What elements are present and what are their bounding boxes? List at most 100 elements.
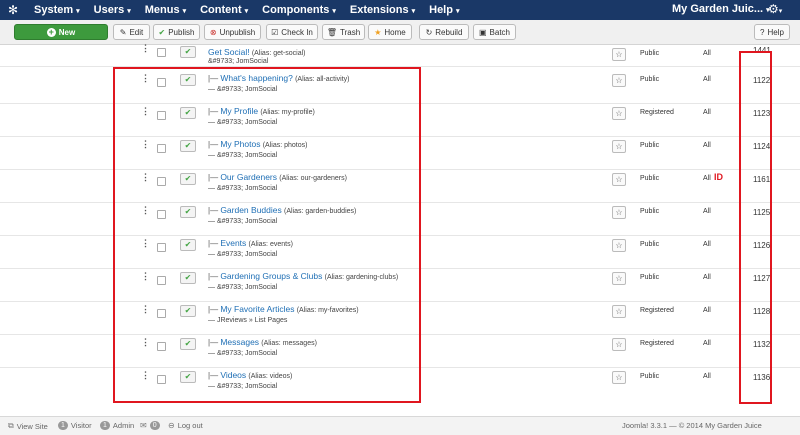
- published-check-icon[interactable]: ✔: [180, 107, 196, 119]
- row-checkbox[interactable]: [157, 78, 166, 87]
- row-menu-type: — &#9733; JomSocial: [208, 119, 278, 126]
- home-star-icon[interactable]: ☆: [612, 173, 626, 186]
- row-checkbox[interactable]: [157, 111, 166, 120]
- row-checkbox[interactable]: [157, 342, 166, 351]
- help-button[interactable]: ? Help: [754, 24, 790, 40]
- site-name-menu[interactable]: My Garden Juic... ▾: [672, 3, 770, 15]
- row-title-link[interactable]: Videos: [220, 370, 246, 380]
- table-row[interactable]: ⋮ ✔ |— Garden Buddies (Alias: garden-bud…: [0, 202, 800, 236]
- row-title-link[interactable]: What's happening?: [220, 73, 293, 83]
- menu-components[interactable]: Components ▾: [262, 4, 336, 16]
- published-check-icon[interactable]: ✔: [180, 46, 196, 58]
- table-row[interactable]: ⋮ ✔ |— Events (Alias: events) — &#9733; …: [0, 235, 800, 269]
- row-title: |— Messages (Alias: messages): [208, 337, 317, 347]
- published-check-icon[interactable]: ✔: [180, 140, 196, 152]
- unpublish-button[interactable]: ⊗ Unpublish: [204, 24, 261, 40]
- drag-handle-icon[interactable]: ⋮: [141, 44, 150, 53]
- table-row[interactable]: ⋮ ✔ |— Gardening Groups & Clubs (Alias: …: [0, 268, 800, 302]
- row-title-link[interactable]: Messages: [220, 337, 259, 347]
- published-check-icon[interactable]: ✔: [180, 74, 196, 86]
- drag-handle-icon[interactable]: ⋮: [141, 140, 150, 149]
- row-title: |— My Profile (Alias: my-profile): [208, 106, 315, 116]
- drag-handle-icon[interactable]: ⋮: [141, 338, 150, 347]
- joomla-logo-icon[interactable]: ✻: [6, 3, 20, 17]
- row-id: 1125: [753, 208, 771, 217]
- drag-handle-icon[interactable]: ⋮: [141, 107, 150, 116]
- published-check-icon[interactable]: ✔: [180, 371, 196, 383]
- check-in-button[interactable]: ☑ Check In: [266, 24, 318, 40]
- row-title-link[interactable]: My Profile: [220, 106, 258, 116]
- drag-handle-icon[interactable]: ⋮: [141, 74, 150, 83]
- home-star-icon[interactable]: ☆: [612, 140, 626, 153]
- row-access: Public: [640, 76, 660, 83]
- row-title-link[interactable]: Events: [220, 238, 246, 248]
- id-annotation-label: ID: [714, 172, 723, 182]
- home-star-icon[interactable]: ☆: [612, 74, 626, 87]
- publish-button[interactable]: ✔ Publish: [153, 24, 200, 40]
- table-row[interactable]: ⋮ ✔ |— What's happening? (Alias: all-act…: [0, 70, 800, 104]
- published-check-icon[interactable]: ✔: [180, 206, 196, 218]
- admins-status: 1 Admin: [100, 421, 134, 430]
- view-site-link[interactable]: ⧉ View Site: [8, 421, 48, 431]
- menu-menus[interactable]: Menus ▾: [145, 4, 186, 16]
- table-row[interactable]: ⋮ ✔ Get Social! (Alias: get-social) &#97…: [0, 44, 800, 67]
- table-row[interactable]: ⋮ ✔ |— My Favorite Articles (Alias: my-f…: [0, 301, 800, 335]
- menu-help[interactable]: Help ▾: [429, 4, 459, 16]
- drag-handle-icon[interactable]: ⋮: [141, 173, 150, 182]
- menu-extensions[interactable]: Extensions ▾: [350, 4, 415, 16]
- home-star-icon[interactable]: ☆: [612, 239, 626, 252]
- table-row[interactable]: ⋮ ✔ |— Videos (Alias: videos) — &#9733; …: [0, 367, 800, 416]
- row-title-link[interactable]: Gardening Groups & Clubs: [220, 271, 322, 281]
- table-row[interactable]: ⋮ ✔ |— Our Gardeners (Alias: our-gardene…: [0, 169, 800, 203]
- menu-users[interactable]: Users ▾: [94, 4, 131, 16]
- menu-system[interactable]: System ▾: [34, 4, 80, 16]
- drag-handle-icon[interactable]: ⋮: [141, 206, 150, 215]
- drag-handle-icon[interactable]: ⋮: [141, 239, 150, 248]
- drag-handle-icon[interactable]: ⋮: [141, 305, 150, 314]
- home-star-icon[interactable]: ☆: [612, 206, 626, 219]
- toolbar: + New ✎ Edit ✔ Publish ⊗ Unpublish ☑ Check In…: [0, 20, 800, 45]
- row-checkbox[interactable]: [157, 243, 166, 252]
- home-star-icon[interactable]: ☆: [612, 272, 626, 285]
- row-checkbox[interactable]: [157, 276, 166, 285]
- rebuild-button[interactable]: ↻ Rebuild: [419, 24, 469, 40]
- gear-icon[interactable]: ⚙▾: [768, 2, 782, 16]
- published-check-icon[interactable]: ✔: [180, 173, 196, 185]
- published-check-icon[interactable]: ✔: [180, 239, 196, 251]
- menu-content[interactable]: Content ▾: [200, 4, 248, 16]
- edit-button[interactable]: ✎ Edit: [113, 24, 150, 40]
- batch-button[interactable]: ▣ Batch: [473, 24, 516, 40]
- row-checkbox[interactable]: [157, 375, 166, 384]
- drag-handle-icon[interactable]: ⋮: [141, 371, 150, 380]
- new-button[interactable]: + New: [14, 24, 108, 40]
- table-row[interactable]: ⋮ ✔ |— My Photos (Alias: photos) — &#973…: [0, 136, 800, 170]
- row-language: All: [703, 241, 711, 248]
- home-star-icon[interactable]: ☆: [612, 371, 626, 384]
- drag-handle-icon[interactable]: ⋮: [141, 272, 150, 281]
- home-star-icon[interactable]: ☆: [612, 107, 626, 120]
- row-checkbox[interactable]: [157, 177, 166, 186]
- row-title-link[interactable]: Our Gardeners: [220, 172, 277, 182]
- row-checkbox[interactable]: [157, 48, 166, 57]
- row-title-link[interactable]: My Favorite Articles: [220, 304, 294, 314]
- logout-link[interactable]: ⊖ Log out: [168, 421, 203, 430]
- table-row[interactable]: ⋮ ✔ |— My Profile (Alias: my-profile) — …: [0, 103, 800, 137]
- row-checkbox[interactable]: [157, 144, 166, 153]
- published-check-icon[interactable]: ✔: [180, 305, 196, 317]
- row-title-link[interactable]: My Photos: [220, 139, 260, 149]
- published-check-icon[interactable]: ✔: [180, 272, 196, 284]
- home-star-icon[interactable]: ☆: [612, 305, 626, 318]
- table-row[interactable]: ⋮ ✔ |— Messages (Alias: messages) — &#97…: [0, 334, 800, 368]
- row-title-link[interactable]: Get Social!: [208, 47, 250, 57]
- messages-status[interactable]: ✉ 0: [140, 421, 163, 430]
- home-button[interactable]: ★ Home: [368, 24, 412, 40]
- row-id: 1124: [753, 142, 771, 151]
- home-star-icon[interactable]: ☆: [612, 338, 626, 351]
- row-id: 1122: [753, 76, 771, 85]
- row-title-link[interactable]: Garden Buddies: [220, 205, 281, 215]
- published-check-icon[interactable]: ✔: [180, 338, 196, 350]
- row-checkbox[interactable]: [157, 210, 166, 219]
- home-star-icon[interactable]: ☆: [612, 48, 626, 61]
- row-checkbox[interactable]: [157, 309, 166, 318]
- trash-button[interactable]: 🗑 Trash: [322, 24, 365, 40]
